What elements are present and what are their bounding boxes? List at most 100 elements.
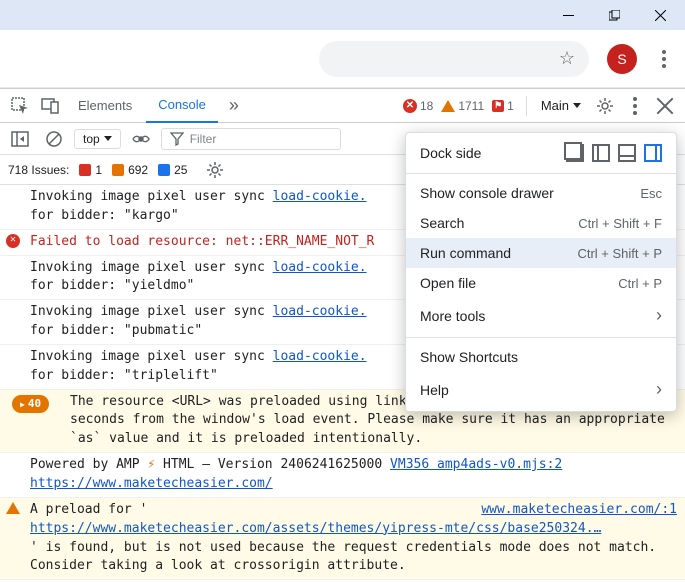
log-row[interactable]: Powered by AMP ⚡ HTML – Version 24062416… xyxy=(0,453,685,498)
devtools-close-icon[interactable] xyxy=(651,92,679,120)
log-text: Invoking image pixel user sync xyxy=(30,304,273,319)
window-close-button[interactable] xyxy=(637,0,683,30)
issues-warnings-count: 692 xyxy=(128,163,148,177)
window-maximize-button[interactable] xyxy=(591,0,637,30)
log-text: HTML – Version 2406241625000 xyxy=(155,457,390,472)
menu-label: Run command xyxy=(420,245,511,261)
warning-icon xyxy=(6,502,20,514)
menu-help[interactable]: Help xyxy=(406,372,676,407)
chevron-right-icon xyxy=(656,379,662,400)
issues-settings-icon[interactable] xyxy=(201,156,229,184)
menu-label: More tools xyxy=(420,308,485,324)
log-text: for bidder: "pubmatic" xyxy=(30,323,202,338)
issues-info[interactable]: 25 xyxy=(158,163,187,177)
log-text: for bidder: "kargo" xyxy=(30,208,179,223)
log-link[interactable]: https://www.maketecheasier.com/assets/th… xyxy=(30,521,601,536)
issues-errors-count: 1 xyxy=(95,163,102,177)
menu-divider xyxy=(406,173,676,174)
sidebar-toggle-icon[interactable] xyxy=(6,125,34,153)
window-minimize-button[interactable] xyxy=(545,0,591,30)
devtools-menu-button[interactable] xyxy=(621,92,649,120)
menu-label: Show Shortcuts xyxy=(420,349,518,365)
tab-console[interactable]: Console xyxy=(146,89,218,123)
log-row-warning[interactable]: A preload for ' www.maketecheasier.com/:… xyxy=(0,498,685,580)
menu-run-command[interactable]: Run command Ctrl + Shift + P xyxy=(406,238,676,268)
log-link[interactable]: load-cookie. xyxy=(273,304,367,319)
context-top-label: top xyxy=(83,132,100,146)
browser-menu-button[interactable] xyxy=(655,50,673,68)
menu-label: Help xyxy=(420,382,449,398)
menu-open-file[interactable]: Open file Ctrl + P xyxy=(406,268,676,298)
browser-toolbar: ☆ S xyxy=(0,30,685,88)
menu-search[interactable]: Search Ctrl + Shift + F xyxy=(406,208,676,238)
dock-bottom-icon[interactable] xyxy=(618,144,636,162)
menu-shortcut: Esc xyxy=(640,186,662,201)
log-text: Powered by AMP xyxy=(30,457,147,472)
log-link[interactable]: load-cookie. xyxy=(273,349,367,364)
dock-undock-icon[interactable] xyxy=(566,144,584,162)
device-toolbar-icon[interactable] xyxy=(36,92,64,120)
dock-right-icon[interactable] xyxy=(644,144,662,162)
menu-show-drawer[interactable]: Show console drawer Esc xyxy=(406,178,676,208)
warning-count-value: 1711 xyxy=(458,99,484,113)
flag-count-value: 1 xyxy=(507,99,514,113)
inspect-element-icon[interactable] xyxy=(6,92,34,120)
menu-shortcuts[interactable]: Show Shortcuts xyxy=(406,342,676,372)
log-source-link[interactable]: www.maketecheasier.com/:1 xyxy=(481,502,677,517)
issues-errors[interactable]: 1 xyxy=(79,163,102,177)
settings-gear-icon[interactable] xyxy=(591,92,619,120)
context-select[interactable]: Main xyxy=(533,98,589,113)
log-link[interactable]: https://www.maketecheasier.com/ xyxy=(30,476,273,491)
menu-divider xyxy=(406,337,676,338)
menu-label: Search xyxy=(420,215,464,231)
clear-console-icon[interactable] xyxy=(40,125,68,153)
menu-label: Show console drawer xyxy=(420,185,554,201)
warn-count-pill: 40 xyxy=(12,395,49,414)
menu-label: Open file xyxy=(420,275,476,291)
menu-more-tools[interactable]: More tools xyxy=(406,298,676,333)
log-text: for bidder: "triplelift" xyxy=(30,368,218,383)
execution-context-select[interactable]: top xyxy=(74,129,121,149)
log-text: Invoking image pixel user sync xyxy=(30,189,273,204)
menu-shortcut: Ctrl + Shift + P xyxy=(577,246,662,261)
log-text: Invoking image pixel user sync xyxy=(30,349,273,364)
log-text: Invoking image pixel user sync xyxy=(30,260,273,275)
tab-elements[interactable]: Elements xyxy=(66,89,144,123)
filter-input[interactable]: Filter xyxy=(161,128,341,150)
context-label: Main xyxy=(541,98,569,113)
log-text: ' is found, but is not used because the … xyxy=(30,540,656,574)
dock-left-icon[interactable] xyxy=(592,144,610,162)
menu-dock-side: Dock side xyxy=(406,137,676,169)
error-count[interactable]: ✕18 xyxy=(403,99,433,113)
filter-icon xyxy=(170,132,184,146)
live-expression-icon[interactable] xyxy=(127,125,155,153)
flag-count[interactable]: ⚑1 xyxy=(492,99,514,113)
log-text: Failed to load resource: net::ERR_NAME_N… xyxy=(30,234,374,249)
log-link[interactable]: VM356 amp4ads-v0.mjs:2 xyxy=(390,457,562,472)
devtools-tabbar: Elements Console » ✕18 1711 ⚑1 Main xyxy=(0,89,685,123)
menu-shortcut: Ctrl + Shift + F xyxy=(578,216,662,231)
log-text: for bidder: "yieldmo" xyxy=(30,278,194,293)
chevron-down-icon xyxy=(104,136,112,141)
menu-shortcut: Ctrl + P xyxy=(618,276,662,291)
divider xyxy=(526,96,527,116)
log-text: A preload for ' xyxy=(30,502,147,517)
issues-warnings[interactable]: 692 xyxy=(112,163,148,177)
warning-count[interactable]: 1711 xyxy=(441,99,484,113)
error-count-value: 18 xyxy=(420,99,433,113)
filter-placeholder: Filter xyxy=(190,132,217,146)
profile-avatar[interactable]: S xyxy=(607,44,637,74)
more-tabs-icon[interactable]: » xyxy=(220,92,248,120)
chevron-down-icon xyxy=(573,103,581,108)
issues-label: 718 Issues: xyxy=(8,163,69,177)
chevron-right-icon xyxy=(656,305,662,326)
window-titlebar xyxy=(0,0,685,30)
log-link[interactable]: load-cookie. xyxy=(273,260,367,275)
menu-label: Dock side xyxy=(420,145,481,161)
bookmark-star-icon[interactable]: ☆ xyxy=(559,48,575,69)
error-icon: ✕ xyxy=(6,234,20,248)
issues-info-count: 25 xyxy=(174,163,187,177)
devtools-dropdown-menu: Dock side Show console drawer Esc Search C… xyxy=(405,132,677,412)
log-link[interactable]: load-cookie. xyxy=(273,189,367,204)
address-bar[interactable]: ☆ xyxy=(319,41,589,77)
